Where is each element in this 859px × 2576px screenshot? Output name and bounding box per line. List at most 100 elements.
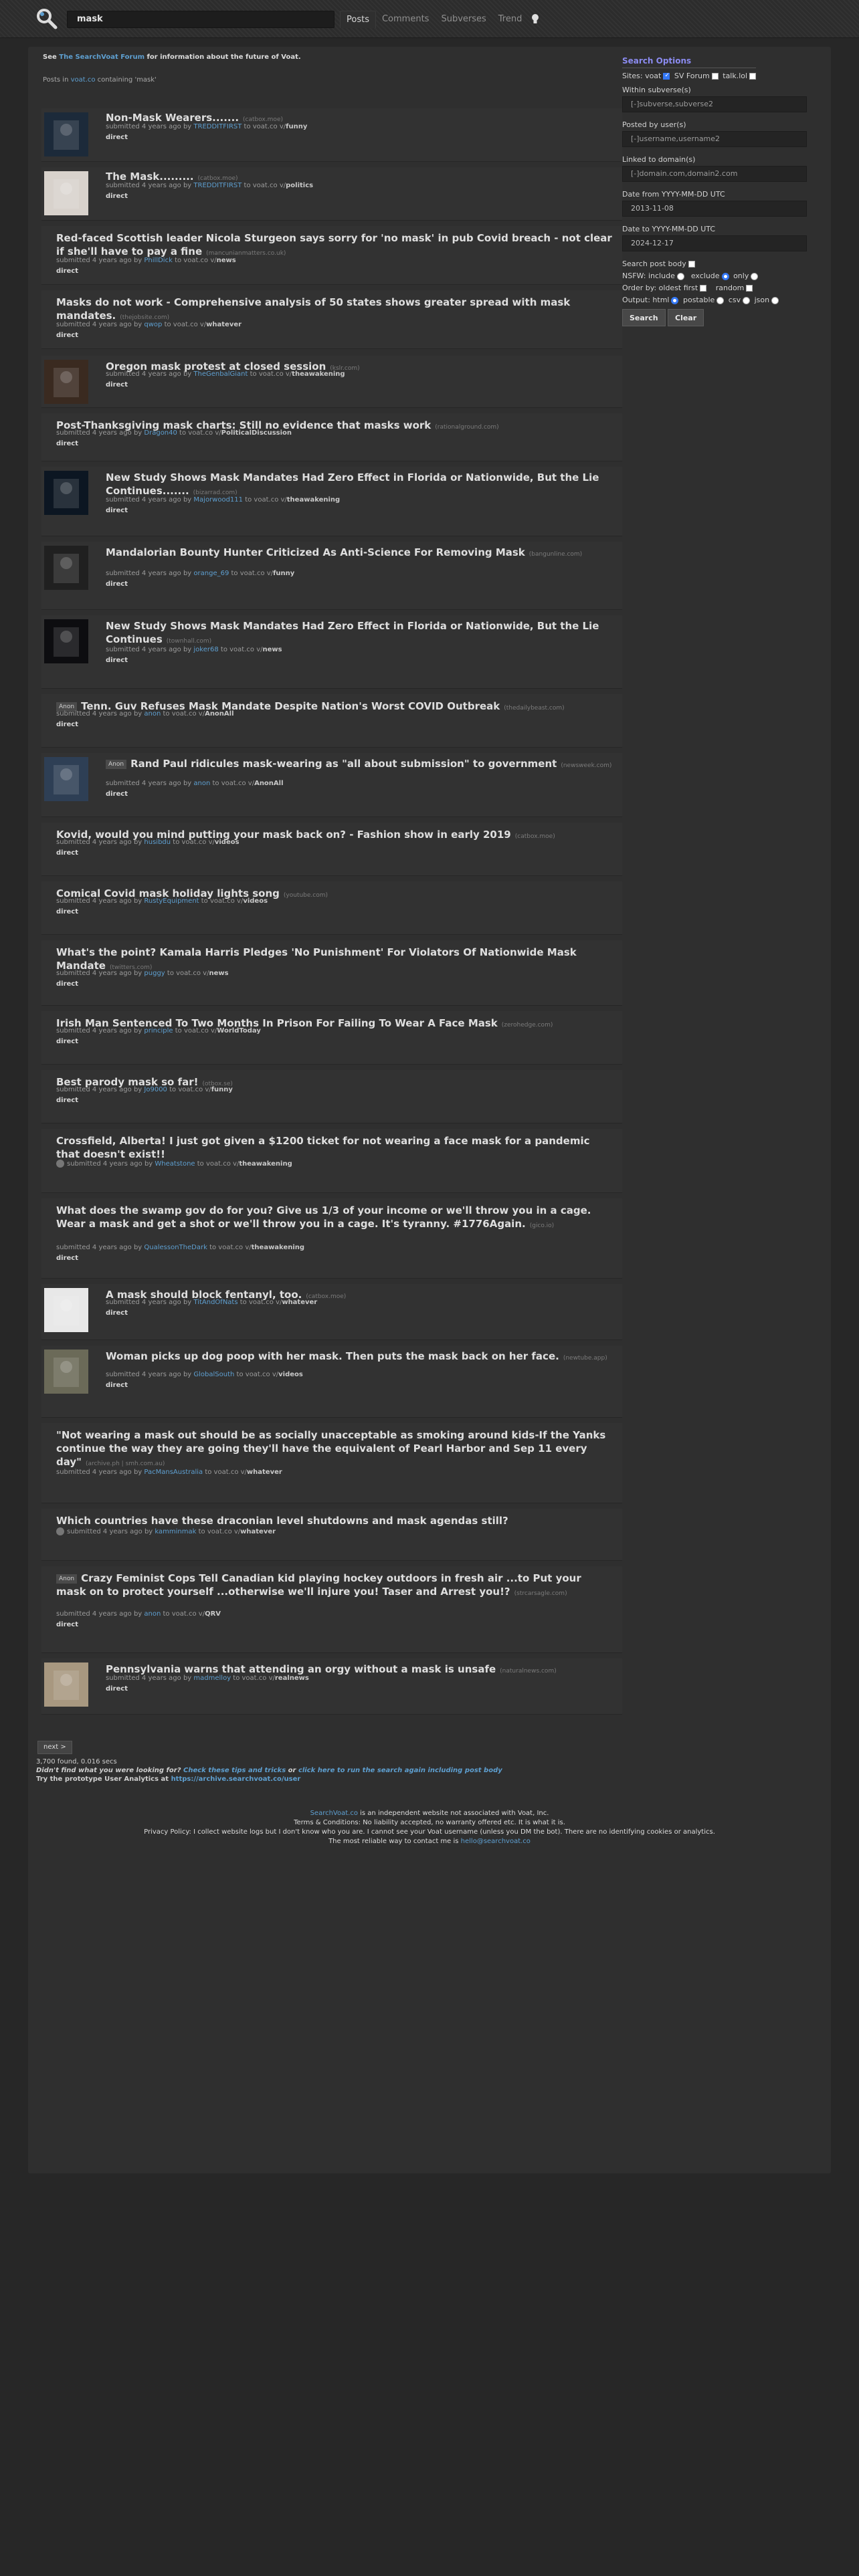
post-thumbnail[interactable] xyxy=(44,1288,88,1332)
order-random-checkbox[interactable] xyxy=(746,285,753,292)
post-thumbnail[interactable] xyxy=(44,619,88,663)
clear-button[interactable]: Clear xyxy=(668,309,704,326)
forum-link[interactable]: The SearchVoat Forum xyxy=(59,53,145,61)
site-link[interactable]: voat.co xyxy=(71,76,96,84)
subverse-link[interactable]: whatever xyxy=(240,1528,276,1535)
post-domain[interactable]: (archive.ph | smh.com.au) xyxy=(86,1461,165,1467)
post-domain[interactable]: (newtube.app) xyxy=(563,1355,607,1362)
post-title[interactable]: Anon Rand Paul ridicules mask-wearing as … xyxy=(106,757,613,772)
post-title-text[interactable]: What does the swamp gov do for you? Give… xyxy=(56,1204,591,1230)
post-author-link[interactable]: qwop xyxy=(144,321,162,328)
search-button[interactable]: Search xyxy=(622,309,666,326)
subverse-link[interactable]: theawakening xyxy=(287,496,340,504)
post-thumbnail[interactable] xyxy=(44,171,88,215)
direct-link[interactable]: direct xyxy=(106,790,128,798)
direct-link[interactable]: direct xyxy=(106,134,128,141)
direct-link[interactable]: direct xyxy=(56,849,78,857)
post-domain[interactable]: (catbox.moe) xyxy=(515,833,555,840)
post-domain[interactable]: (bizarrad.com) xyxy=(193,490,237,496)
subverse-link[interactable]: AnonAll xyxy=(205,710,233,718)
subverse-link[interactable]: funny xyxy=(286,123,307,130)
subverse-link[interactable]: whatever xyxy=(247,1469,282,1476)
subverse-link[interactable]: news xyxy=(262,646,282,653)
date-to-input[interactable]: 2024-12-17 xyxy=(622,235,807,251)
direct-link[interactable]: direct xyxy=(106,1382,128,1389)
site-talk-checkbox[interactable] xyxy=(749,73,757,80)
post-domain[interactable]: (catbox.moe) xyxy=(198,175,238,182)
direct-link[interactable]: direct xyxy=(56,1621,78,1628)
post-domain[interactable]: (thejobsite.com) xyxy=(120,314,169,321)
post-title-text[interactable]: Rand Paul ridicules mask-wearing as "all… xyxy=(130,758,557,770)
analytics-link[interactable]: https://archive.searchvoat.co/user xyxy=(171,1776,301,1783)
post-title[interactable]: Woman picks up dog poop with her mask. T… xyxy=(106,1350,613,1365)
post-author-link[interactable]: madmelloy xyxy=(193,1675,231,1682)
post-title-text[interactable]: Crazy Feminist Cops Tell Canadian kid pl… xyxy=(56,1572,581,1598)
direct-link[interactable]: direct xyxy=(106,657,128,664)
subverse-link[interactable]: QRV xyxy=(205,1610,221,1618)
post-author-link[interactable]: joker68 xyxy=(193,646,218,653)
post-domain[interactable]: (thedailybeast.com) xyxy=(504,705,564,712)
post-title[interactable]: Mandalorian Bounty Hunter Criticized As … xyxy=(106,546,613,561)
subverse-input[interactable]: [-]subverse,subverse2 xyxy=(622,96,807,112)
post-domain[interactable]: (newsweek.com) xyxy=(561,762,611,769)
post-domain[interactable]: (catbox.moe) xyxy=(243,116,283,123)
direct-link[interactable]: direct xyxy=(56,1038,78,1045)
tab-posts[interactable]: Posts xyxy=(340,11,376,28)
nsfw-exclude-radio[interactable] xyxy=(721,272,729,280)
subverse-link[interactable]: funny xyxy=(211,1086,233,1093)
order-oldest-checkbox[interactable] xyxy=(700,285,707,292)
subverse-link[interactable]: theawakening xyxy=(292,370,345,378)
post-author-link[interactable]: kamminmak xyxy=(155,1528,196,1535)
subverse-link[interactable]: whatever xyxy=(282,1299,317,1306)
post-title[interactable]: New Study Shows Mask Mandates Had Zero E… xyxy=(106,619,613,648)
direct-link[interactable]: direct xyxy=(106,1685,128,1693)
post-author-link[interactable]: Jo9000 xyxy=(144,1086,167,1093)
post-thumbnail[interactable] xyxy=(44,1662,88,1707)
subverse-link[interactable]: AnonAll xyxy=(254,780,283,787)
tab-subverses[interactable]: Subverses xyxy=(435,11,492,28)
post-author-link[interactable]: Wheatstone xyxy=(155,1160,195,1168)
post-domain[interactable]: (townhall.com) xyxy=(167,638,211,645)
post-title-text[interactable]: Red-faced Scottish leader Nicola Sturgeo… xyxy=(56,232,612,257)
post-thumbnail[interactable] xyxy=(44,1350,88,1394)
output-json-radio[interactable] xyxy=(771,296,779,304)
direct-link[interactable]: direct xyxy=(106,580,128,588)
post-author-link[interactable]: PhillDick xyxy=(144,257,172,264)
lightbulb-icon[interactable] xyxy=(531,13,540,25)
direct-link[interactable]: direct xyxy=(56,267,78,275)
post-author-link[interactable]: QualessonTheDark xyxy=(144,1244,207,1251)
subverse-link[interactable]: news xyxy=(217,257,236,264)
post-domain[interactable]: (rationalground.com) xyxy=(435,424,498,431)
direct-link[interactable]: direct xyxy=(56,980,78,988)
post-title[interactable]: New Study Shows Mask Mandates Had Zero E… xyxy=(106,471,613,500)
post-domain[interactable]: (naturalnews.com) xyxy=(500,1668,557,1675)
tab-comments[interactable]: Comments xyxy=(376,11,435,28)
post-author-link[interactable]: anon xyxy=(144,1610,161,1618)
direct-link[interactable]: direct xyxy=(106,381,128,389)
post-author-link[interactable]: puggy xyxy=(144,970,165,977)
post-title-text[interactable]: Pennsylvania warns that attending an org… xyxy=(106,1663,496,1675)
direct-link[interactable]: direct xyxy=(56,332,78,339)
subverse-link[interactable]: PoliticalDiscussion xyxy=(221,429,292,437)
subverse-link[interactable]: politics xyxy=(286,182,313,189)
subverse-link[interactable]: realnews xyxy=(275,1675,309,1682)
subverse-link[interactable]: videos xyxy=(243,897,268,905)
nsfw-include-radio[interactable] xyxy=(676,272,684,280)
post-author-link[interactable]: Dragon40 xyxy=(144,429,177,437)
post-title[interactable]: "Not wearing a mask out should be as soc… xyxy=(56,1428,613,1471)
contact-email-link[interactable]: hello@searchvoat.co xyxy=(461,1838,531,1845)
post-domain[interactable]: (zerohedge.com) xyxy=(502,1022,553,1029)
post-domain[interactable]: (mancunianmatters.co.uk) xyxy=(206,250,286,257)
post-title-text[interactable]: New Study Shows Mask Mandates Had Zero E… xyxy=(106,471,599,497)
subverse-link[interactable]: WorldToday xyxy=(217,1027,261,1035)
post-thumbnail[interactable] xyxy=(44,112,88,156)
post-author-link[interactable]: PacMansAustralia xyxy=(144,1469,203,1476)
subverse-link[interactable]: whatever xyxy=(206,321,242,328)
output-html-radio[interactable] xyxy=(671,296,679,304)
post-title[interactable]: Anon Crazy Feminist Cops Tell Canadian ki… xyxy=(56,1572,613,1600)
post-author-link[interactable]: GlobalSouth xyxy=(193,1371,234,1378)
home-link[interactable]: SearchVoat.co xyxy=(310,1810,358,1817)
subverse-link[interactable]: theawakening xyxy=(239,1160,292,1168)
post-author-link[interactable]: TheGenbalGiant xyxy=(193,370,248,378)
site-forum-checkbox[interactable] xyxy=(711,73,719,80)
